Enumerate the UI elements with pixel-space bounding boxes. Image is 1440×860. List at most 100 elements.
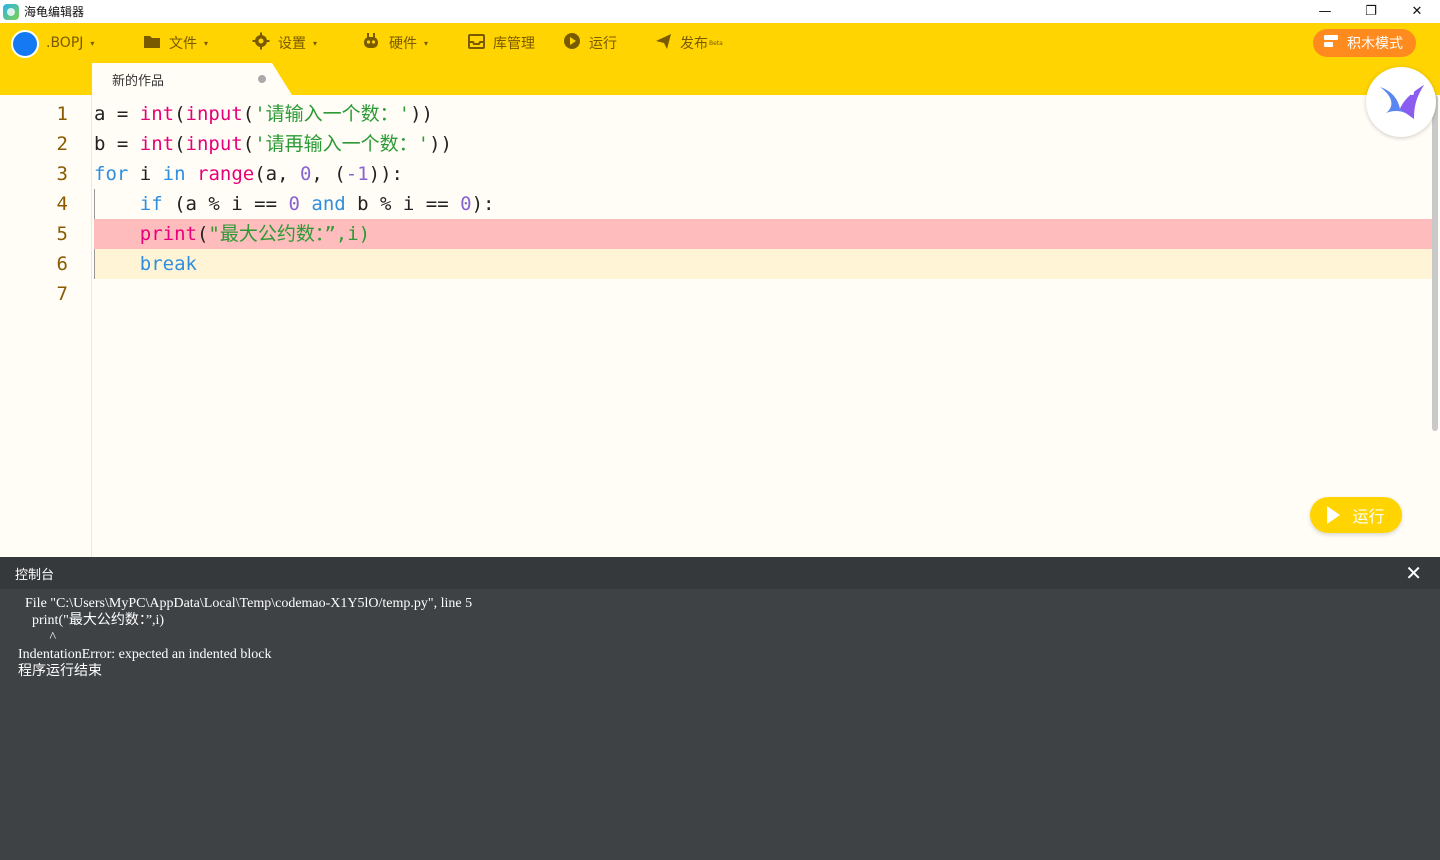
code-token: a = (94, 103, 140, 125)
code-token: "最大公约数：”,i) (208, 223, 371, 245)
console-line: print("最大公约数：”,i) (18, 613, 165, 628)
run-toolbar-label: 运行 (589, 36, 617, 52)
block-mode-button[interactable]: 积木模式 (1313, 29, 1416, 57)
code-token: ( (242, 103, 255, 125)
console-header: 控制台 ✕ (0, 557, 1440, 589)
code-token: break (139, 253, 197, 275)
block-mode-label: 积木模式 (1347, 36, 1403, 52)
code-line-7[interactable] (94, 279, 1434, 309)
close-window-button[interactable]: ✕ (1394, 0, 1440, 23)
project-menu[interactable]: .BOPJ ▾ (46, 23, 94, 63)
publish-button[interactable]: 发布 Beta (655, 23, 723, 63)
indent-guide (94, 249, 95, 279)
user-avatar[interactable] (11, 30, 39, 58)
code-line-5-error[interactable]: print("最大公约数：”,i) (94, 219, 1434, 249)
code-token: input (185, 133, 243, 155)
hardware-menu[interactable]: 硬件 ▾ (361, 23, 428, 63)
code-token: int (139, 133, 175, 155)
hardware-menu-label: 硬件 (389, 36, 417, 52)
code-token: 0 (460, 193, 472, 215)
code-token: )): (368, 163, 403, 185)
console-line: 程序运行结束 (18, 664, 102, 679)
chevron-down-icon: ▾ (90, 38, 95, 48)
editor-scrollbar[interactable] (1432, 95, 1438, 431)
console-line: IndentationError: expected an indented b… (18, 647, 272, 662)
inbox-icon (468, 33, 485, 53)
console-title: 控制台 (15, 567, 55, 583)
restore-button[interactable]: ❐ (1348, 0, 1394, 23)
window-title: 海龟编辑器 (24, 5, 85, 19)
send-icon (655, 33, 672, 54)
code-line-3[interactable]: for i in range(a, 0, (-1)): (94, 159, 1434, 189)
code-token: and (311, 193, 346, 215)
code-token: int (139, 103, 175, 125)
code-token: -1 (345, 163, 369, 185)
chevron-down-icon: ▾ (424, 38, 429, 48)
console-output: File "C:\Users\MyPC\AppData\Local\Temp\c… (18, 595, 472, 680)
line-number: 4 (56, 193, 68, 215)
code-line-6-active[interactable]: break (94, 249, 1434, 279)
line-number-gutter: 1 2 3 4 5 6 7 (0, 95, 92, 557)
chevron-down-icon: ▾ (313, 38, 318, 48)
code-token: for (94, 163, 129, 185)
mascot-bird-icon (1374, 73, 1428, 131)
tab-label: 新的作品 (112, 73, 165, 89)
line-number: 1 (56, 103, 68, 125)
code-token: (a % i == (162, 193, 289, 215)
chevron-down-icon: ▾ (204, 38, 209, 48)
blocks-icon (1323, 34, 1339, 52)
code-token: i (128, 163, 163, 185)
hardware-icon (361, 32, 381, 54)
close-icon[interactable]: ✕ (1405, 561, 1422, 585)
line-number: 2 (56, 133, 68, 155)
code-token: '请再输入一个数：' (254, 133, 430, 155)
code-line-4[interactable]: if (a % i == 0 and b % i == 0): (94, 189, 1434, 219)
run-toolbar-button[interactable]: 运行 (563, 23, 617, 63)
minimize-button[interactable]: — (1302, 0, 1348, 23)
code-token: b % i == (345, 193, 461, 215)
line-number: 6 (56, 253, 68, 275)
code-token: (a, (254, 163, 300, 185)
window-controls: — ❐ ✕ (1302, 0, 1440, 23)
code-token: '请输入一个数：' (254, 103, 411, 125)
code-token: ( (242, 133, 255, 155)
console-line: File "C:\Users\MyPC\AppData\Local\Temp\c… (18, 596, 473, 611)
tab-new-work[interactable]: 新的作品 (92, 63, 292, 95)
code-editor[interactable]: 1 2 3 4 5 6 7 a = int(input('请输入一个数：')) … (0, 95, 1440, 557)
play-icon (1327, 506, 1341, 524)
title-bar: 海龟编辑器 — ❐ ✕ (0, 0, 1440, 23)
code-token: input (185, 103, 243, 125)
run-floating-button[interactable]: 运行 (1310, 497, 1402, 533)
settings-menu-label: 设置 (278, 36, 306, 52)
main-toolbar: .BOPJ ▾ 文件 ▾ 设置 ▾ 硬件 ▾ 库管理 运行 发布 Beta 积木… (0, 23, 1440, 63)
code-line-1[interactable]: a = int(input('请输入一个数：')) (94, 99, 1434, 129)
code-token: ( (196, 223, 209, 245)
library-manager-button[interactable]: 库管理 (468, 23, 535, 63)
unsaved-dot-icon[interactable] (258, 75, 266, 83)
code-token: )) (429, 133, 452, 155)
console-panel: 控制台 ✕ File "C:\Users\MyPC\AppData\Local\… (0, 557, 1440, 860)
code-token: if (139, 193, 163, 215)
file-menu[interactable]: 文件 ▾ (143, 23, 208, 63)
line-number: 3 (56, 163, 68, 185)
tab-bar: 新的作品 (0, 63, 1440, 95)
assistant-mascot[interactable] (1366, 67, 1436, 137)
app-logo-icon (3, 3, 19, 20)
settings-menu[interactable]: 设置 ▾ (252, 23, 317, 63)
publish-label: 发布 (680, 36, 708, 52)
line-number: 7 (56, 283, 68, 305)
library-manager-label: 库管理 (493, 36, 535, 52)
folder-icon (143, 34, 161, 53)
code-token: 0 (299, 163, 312, 185)
code-token: range (197, 163, 255, 185)
play-icon (563, 32, 581, 54)
code-line-2[interactable]: b = int(input('请再输入一个数：')) (94, 129, 1434, 159)
file-menu-label: 文件 (169, 36, 197, 52)
code-token: , ( (311, 163, 346, 185)
code-token: )) (410, 103, 433, 125)
gear-icon (252, 32, 270, 54)
